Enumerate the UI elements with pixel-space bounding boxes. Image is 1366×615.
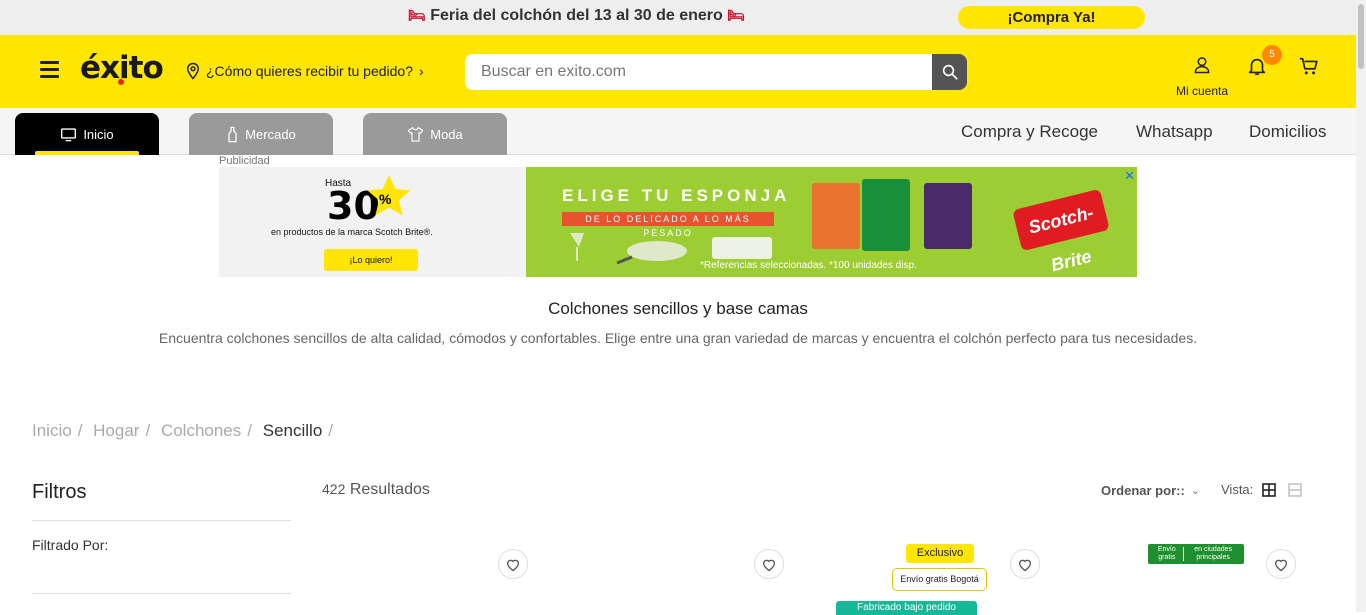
- divider: [32, 593, 291, 594]
- scotch-brite-logo: Scotch-Brite: [1012, 188, 1110, 275]
- search-button[interactable]: [932, 54, 967, 90]
- shirt-icon: [408, 127, 424, 142]
- page-title: Colchones sencillos y base camas: [548, 299, 808, 318]
- ad-promo-panel: Hasta 30 % en productos de la marca Scot…: [219, 167, 526, 277]
- ad-cta-button[interactable]: ¡Lo quiero!: [324, 249, 418, 271]
- breadcrumb: Inicio / Hogar / Colchones / Sencillo /: [32, 421, 334, 440]
- heart-icon: [1018, 559, 1032, 571]
- ad-percent-sign: %: [379, 191, 392, 207]
- tab-label: Moda: [430, 126, 463, 142]
- logo-accent: [118, 79, 124, 85]
- sponge-product-image: [812, 183, 860, 249]
- menu-icon[interactable]: [40, 61, 59, 79]
- free-shipping-bogota-badge: Envío gratis Bogotá: [892, 568, 987, 591]
- account-button[interactable]: Mi cuenta: [1172, 55, 1232, 98]
- nav-link-whatsapp[interactable]: Whatsapp: [1136, 122, 1213, 142]
- page-description: Encuentra colchones sencillos de alta ca…: [158, 330, 1198, 346]
- search-bar: [465, 54, 967, 90]
- free-shipping-label: Envío gratis: [1157, 546, 1176, 561]
- site-header: éxito ¿Cómo quieres recibir tu pedido? ›…: [0, 35, 1356, 108]
- promo-label: Feria del colchón del 13 al 30 de enero: [430, 7, 723, 24]
- breadcrumb-item[interactable]: Colchones: [161, 421, 241, 440]
- list-view-icon[interactable]: [1288, 483, 1302, 497]
- ad-label: Publicidad: [219, 155, 270, 167]
- favorite-button[interactable]: [1010, 549, 1040, 579]
- search-input[interactable]: [465, 54, 931, 90]
- sponge-extrema-image: [924, 183, 972, 249]
- nav-link-compra-recoge[interactable]: Compra y Recoge: [961, 122, 1098, 142]
- favorite-button[interactable]: [754, 549, 784, 579]
- promo-bar: 🛏 Feria del colchón del 13 al 30 de ener…: [0, 0, 1356, 35]
- view-label: Vista:: [1221, 482, 1254, 497]
- monitor-icon: [61, 127, 77, 141]
- bed-icon: 🛏: [408, 7, 426, 23]
- main-nav: Inicio Mercado Moda Compra y Recoge What…: [0, 108, 1356, 155]
- tab-label: Inicio: [83, 126, 114, 142]
- badge-divider: [1183, 547, 1185, 561]
- page-scrollbar[interactable]: [1356, 0, 1366, 612]
- promo-cta-button[interactable]: ¡Compra Ya!: [958, 6, 1145, 29]
- account-label: Mi cuenta: [1175, 84, 1229, 98]
- favorite-button[interactable]: [498, 549, 528, 579]
- notification-count-badge: 5: [1262, 45, 1282, 65]
- delivery-label: ¿Cómo quieres recibir tu pedido?: [206, 63, 413, 79]
- ad-ribbon: DE LO DELICADO A LO MÁS PESADO: [562, 212, 774, 238]
- filters-title: Filtros: [32, 481, 87, 503]
- made-to-order-badge: Fabricado bajo pedido: [836, 601, 977, 615]
- ad-note: *Referencias seleccionadas. *100 unidade…: [700, 260, 917, 271]
- free-shipping-badge: Envío gratis en ciudades principales: [1148, 544, 1244, 564]
- filtered-by-label: Filtrado Por:: [32, 537, 109, 553]
- promo-text[interactable]: 🛏 Feria del colchón del 13 al 30 de ener…: [408, 7, 745, 25]
- ad-close-icon[interactable]: ✕: [1124, 168, 1135, 184]
- sort-label: Ordenar por::: [1101, 483, 1185, 498]
- location-pin-icon: [186, 62, 200, 80]
- results-number: 422: [322, 481, 346, 497]
- heart-icon: [506, 559, 520, 571]
- tab-moda[interactable]: Moda: [363, 113, 507, 155]
- search-icon: [942, 64, 958, 80]
- ad-headline: ELIGE TU ESPONJA: [562, 186, 791, 205]
- cart-icon: [1299, 57, 1318, 75]
- delivery-selector[interactable]: ¿Cómo quieres recibir tu pedido? ›: [184, 62, 424, 80]
- favorite-button[interactable]: [1266, 549, 1296, 579]
- grid-view-icon[interactable]: [1262, 483, 1276, 497]
- sort-dropdown[interactable]: Ordenar por:: ⌄: [1101, 483, 1200, 498]
- tab-inicio[interactable]: Inicio: [15, 113, 159, 155]
- ad-banner[interactable]: Hasta 30 % en productos de la marca Scot…: [219, 167, 1137, 277]
- breadcrumb-item[interactable]: Inicio: [32, 421, 72, 440]
- bed-icon: 🛏: [727, 7, 746, 23]
- bottle-icon: [228, 126, 237, 142]
- tab-mercado[interactable]: Mercado: [189, 113, 333, 155]
- breadcrumb-item[interactable]: Hogar: [93, 421, 139, 440]
- exclusive-badge: Exclusivo: [906, 544, 974, 563]
- main-cities-label: en ciudades principales: [1194, 546, 1233, 561]
- divider: [32, 520, 291, 521]
- results-label: Resultados: [349, 481, 430, 498]
- breadcrumb-current: Sencillo: [262, 421, 323, 440]
- scrollbar-thumb[interactable]: [1358, 4, 1364, 69]
- sponge-pack-image: [862, 179, 910, 251]
- user-icon: [1194, 57, 1210, 74]
- heart-icon: [1274, 559, 1288, 571]
- cart-button[interactable]: [1297, 55, 1321, 82]
- ad-product-panel: ELIGE TU ESPONJA DE LO DELICADO A LO MÁS…: [526, 167, 1137, 277]
- chevron-right-icon: ›: [419, 63, 424, 79]
- ad-subtitle: en productos de la marca Scotch Brite®.: [271, 227, 433, 237]
- results-count: 422 Resultados: [322, 481, 430, 499]
- heart-icon: [762, 559, 776, 571]
- tab-label: Mercado: [245, 126, 296, 142]
- nav-link-domicilios[interactable]: Domicilios: [1249, 122, 1326, 142]
- active-tab-indicator: [35, 151, 139, 155]
- chevron-down-icon: ⌄: [1190, 485, 1201, 497]
